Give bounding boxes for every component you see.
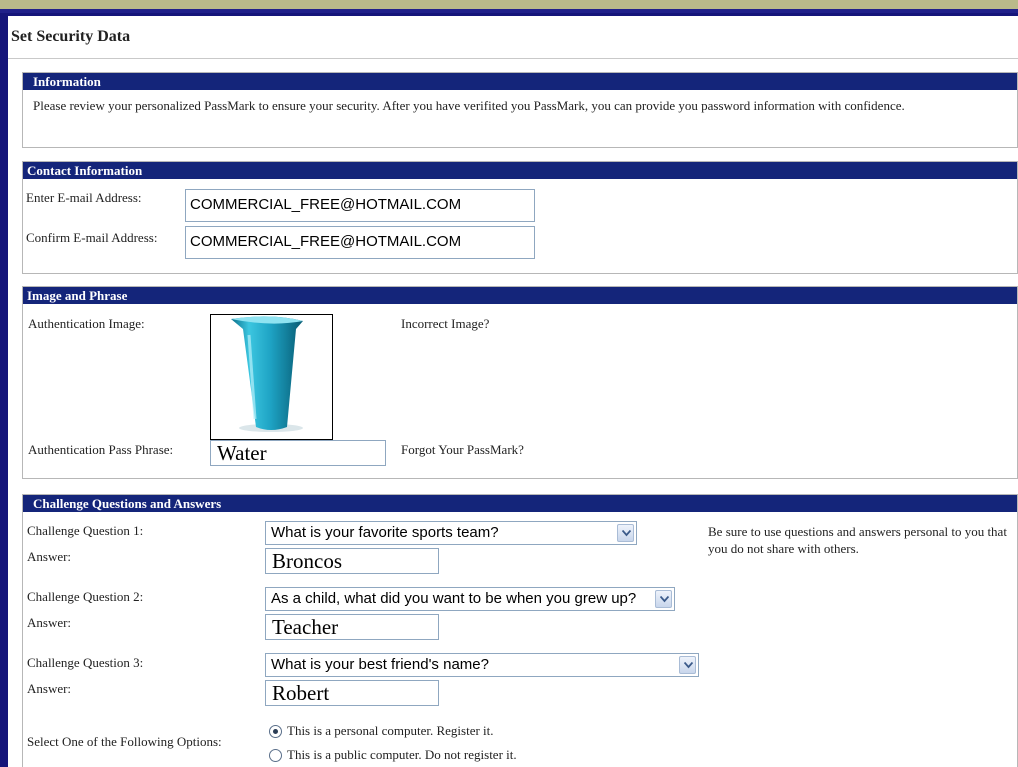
pass-phrase-field[interactable]: Water <box>210 440 386 466</box>
auth-image <box>210 314 333 440</box>
options-label: Select One of the Following Options: <box>27 734 222 749</box>
option-public-label[interactable]: This is a public computer. Do not regist… <box>287 747 517 763</box>
information-section: Information Please review your personali… <box>22 72 1018 148</box>
window-top-bar <box>0 0 1018 13</box>
contact-header: Contact Information <box>23 162 1017 179</box>
challenge-header: Challenge Questions and Answers <box>23 495 1017 512</box>
chevron-down-icon[interactable] <box>617 524 634 542</box>
question-2-selected: As a child, what did you want to be when… <box>271 590 637 607</box>
confirm-email-field[interactable]: COMMERCIAL_FREE@HOTMAIL.COM <box>185 226 535 259</box>
answer-3-field[interactable]: Robert <box>265 680 439 706</box>
question-2-select[interactable]: As a child, what did you want to be when… <box>265 587 675 611</box>
confirm-email-label: Confirm E-mail Address: <box>26 230 158 245</box>
incorrect-image-link[interactable]: Incorrect Image? <box>401 316 489 332</box>
contact-section: Contact Information Enter E-mail Address… <box>22 161 1018 274</box>
email-field[interactable]: COMMERCIAL_FREE@HOTMAIL.COM <box>185 189 535 222</box>
radio-personal-computer[interactable] <box>269 725 282 738</box>
auth-image-label: Authentication Image: <box>28 316 145 331</box>
answer-2-field[interactable]: Teacher <box>265 614 439 640</box>
question-2-label: Challenge Question 2: <box>27 589 144 604</box>
answer-2-label: Answer: <box>27 615 72 630</box>
question-3-select[interactable]: What is your best friend's name? <box>265 653 699 677</box>
question-3-label: Challenge Question 3: <box>27 655 144 670</box>
answer-3-label: Answer: <box>27 681 72 696</box>
question-1-select[interactable]: What is your favorite sports team? <box>265 521 637 545</box>
question-1-label: Challenge Question 1: <box>27 523 144 538</box>
page-title: Set Security Data <box>11 28 131 45</box>
radio-public-computer[interactable] <box>269 749 282 762</box>
page: Set Security Data Information Please rev… <box>8 16 1018 767</box>
chevron-down-icon[interactable] <box>655 590 672 608</box>
information-text: Please review your personalized PassMark… <box>33 98 905 113</box>
image-phrase-section: Image and Phrase Authentication Image: I <box>22 286 1018 479</box>
cup-image <box>231 316 303 432</box>
information-header: Information <box>23 73 1017 90</box>
pass-phrase-label: Authentication Pass Phrase: <box>28 442 174 457</box>
chevron-down-icon[interactable] <box>679 656 696 674</box>
answer-1-label: Answer: <box>27 549 72 564</box>
question-1-selected: What is your favorite sports team? <box>271 524 499 541</box>
challenge-note: Be sure to use questions and answers per… <box>708 524 1007 556</box>
question-3-selected: What is your best friend's name? <box>271 656 489 673</box>
option-personal-label[interactable]: This is a personal computer. Register it… <box>287 723 494 739</box>
title-divider <box>8 58 1018 59</box>
forgot-passmark-link[interactable]: Forgot Your PassMark? <box>401 442 524 458</box>
challenge-section: Challenge Questions and Answers Be sure … <box>22 494 1018 767</box>
email-label: Enter E-mail Address: <box>26 190 142 205</box>
image-phrase-header: Image and Phrase <box>23 287 1017 304</box>
answer-1-field[interactable]: Broncos <box>265 548 439 574</box>
